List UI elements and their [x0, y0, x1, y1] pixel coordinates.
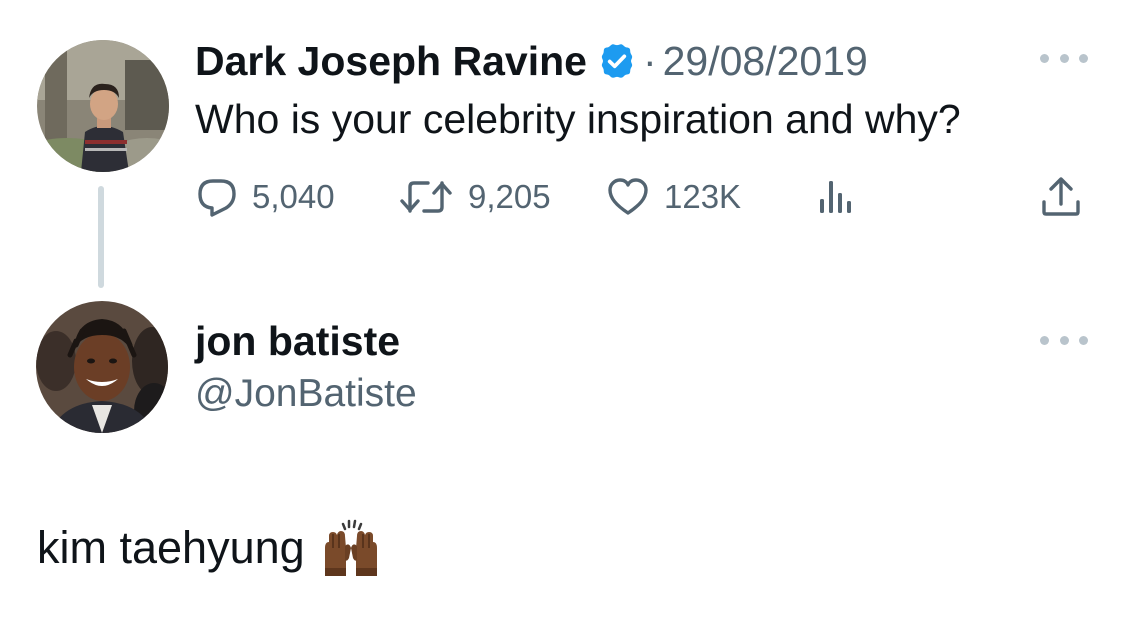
reply-author-display-name[interactable]: jon batiste — [195, 318, 400, 365]
reply-text-content: kim taehyung — [37, 522, 305, 573]
share-button[interactable] — [1039, 174, 1083, 220]
author-avatar[interactable] — [37, 40, 169, 172]
reply-button[interactable]: 5,040 — [196, 174, 335, 220]
repost-arrows-icon — [400, 181, 452, 213]
raising-hands-emoji-icon — [324, 519, 377, 576]
repost-button[interactable]: 9,205 — [398, 174, 551, 220]
share-upload-icon — [1042, 177, 1080, 216]
views-button[interactable] — [815, 174, 857, 220]
comment-bubble-icon — [198, 179, 236, 217]
header-separator: · — [642, 37, 657, 84]
reply-author-handle[interactable]: @JonBatiste — [195, 372, 417, 416]
author-display-name[interactable]: Dark Joseph Ravine — [195, 38, 587, 85]
more-dots-icon[interactable] — [1040, 50, 1088, 66]
like-button[interactable]: 123K — [606, 174, 741, 220]
tweet-header: Dark Joseph Ravine · 29/08/2019 — [195, 36, 868, 86]
heart-icon — [608, 178, 648, 215]
more-dots-icon[interactable] — [1040, 332, 1088, 348]
avatar-photo — [37, 40, 169, 172]
bar-chart-icon — [820, 181, 851, 213]
avatar-photo — [36, 301, 168, 433]
thread-connector-line — [98, 186, 104, 288]
tweet-text: Who is your celebrity inspiration and wh… — [195, 96, 961, 142]
reply-tweet-text: kim taehyung — [37, 518, 383, 578]
reply-author-avatar[interactable] — [36, 301, 168, 433]
repost-count: 9,205 — [468, 178, 551, 215]
like-count: 123K — [664, 178, 742, 215]
verified-badge-icon[interactable] — [597, 41, 637, 81]
reply-count: 5,040 — [252, 178, 335, 215]
tweet-date[interactable]: 29/08/2019 — [663, 38, 868, 85]
